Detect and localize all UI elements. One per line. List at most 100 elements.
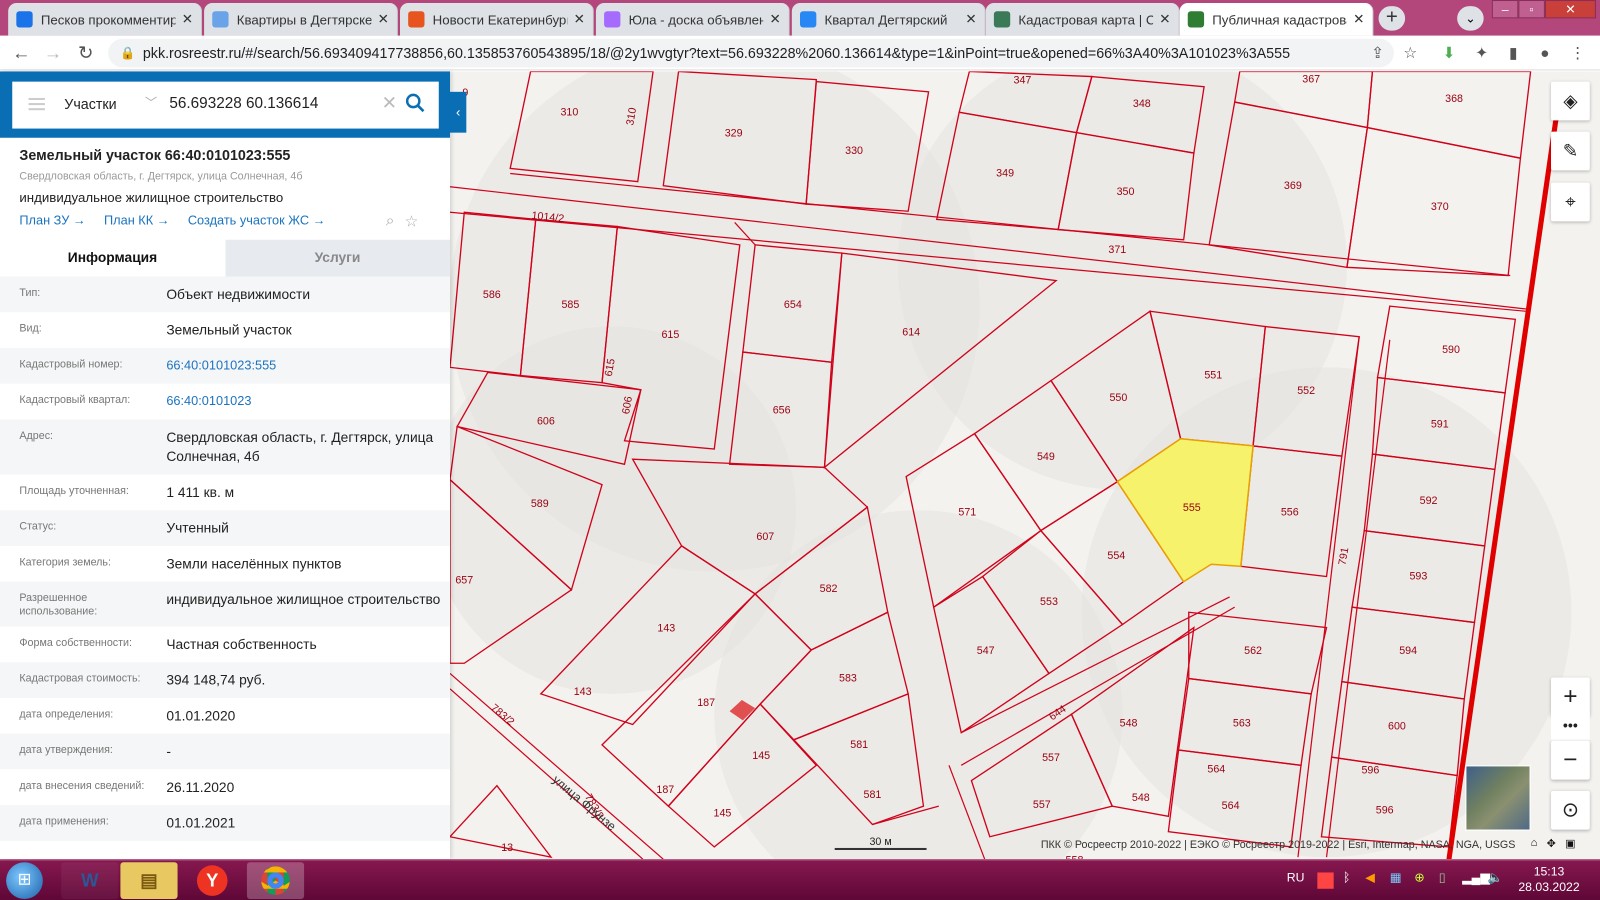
tab-search-button[interactable]: ⌄ bbox=[1457, 6, 1484, 31]
tab-services[interactable]: Услуги bbox=[224, 239, 450, 277]
browser-tab[interactable]: Песков прокомментиро ✕ bbox=[8, 3, 203, 36]
language-indicator[interactable]: RU bbox=[1287, 870, 1305, 884]
parcel-label: 585 bbox=[561, 299, 579, 311]
fullscreen-icon[interactable]: ▣ bbox=[1565, 837, 1576, 850]
locate-button[interactable]: ⌖ bbox=[1551, 182, 1590, 222]
info-row: Адрес: Свердловская область, г. Дегтярск,… bbox=[0, 419, 450, 475]
tray-app-icon[interactable] bbox=[1317, 872, 1334, 889]
time: 15:13 bbox=[1533, 864, 1565, 879]
clear-icon[interactable]: ✕ bbox=[382, 93, 397, 114]
parcel-label: 654 bbox=[784, 299, 802, 311]
compass-button[interactable]: ⊙ bbox=[1551, 790, 1590, 830]
info-key: дата внесения сведений: bbox=[19, 779, 145, 792]
close-tab-icon[interactable]: ✕ bbox=[769, 11, 780, 27]
volume-icon[interactable]: 🔈 bbox=[1488, 870, 1503, 884]
close-tab-icon[interactable]: ✕ bbox=[1159, 11, 1170, 27]
tab-favicon-icon bbox=[212, 11, 229, 28]
menu-icon[interactable] bbox=[28, 97, 45, 111]
tab-favicon-icon bbox=[604, 11, 621, 28]
collapse-panel-button[interactable]: ‹ bbox=[449, 91, 467, 133]
close-tab-icon[interactable]: ✕ bbox=[182, 11, 193, 27]
search-type-select[interactable]: Участки bbox=[64, 96, 116, 112]
menu-icon[interactable]: ⋮ bbox=[1567, 44, 1587, 64]
tab-title: Кадастровая карта | Сер bbox=[1018, 11, 1153, 28]
bluetooth-icon[interactable]: ᛒ bbox=[1343, 870, 1350, 884]
parcel-label: 349 bbox=[996, 168, 1014, 180]
close-tab-icon[interactable]: ✕ bbox=[574, 11, 585, 27]
info-value: 394 148,74 руб. bbox=[166, 672, 266, 688]
close-tab-icon[interactable]: ✕ bbox=[1353, 11, 1364, 27]
parcel-label: 590 bbox=[1442, 344, 1460, 356]
browser-tab[interactable]: Кадастровая карта | Сер ✕ bbox=[985, 3, 1180, 36]
profile-icon[interactable]: ● bbox=[1535, 44, 1555, 64]
word-app-icon[interactable]: W bbox=[61, 862, 119, 899]
start-button[interactable]: ⊞ bbox=[6, 862, 43, 899]
parcel-label: 557 bbox=[1042, 752, 1060, 764]
zoom-out-button[interactable]: − bbox=[1551, 740, 1590, 780]
create-parcel-link[interactable]: Создать участок ЖС → bbox=[188, 213, 326, 227]
info-key: Кадастровый номер: bbox=[19, 358, 123, 371]
reload-icon[interactable]: ↻ bbox=[73, 41, 97, 65]
tray-plus-icon[interactable]: ⊕ bbox=[1414, 870, 1424, 884]
info-row: дата применения: 01.01.2021 bbox=[0, 805, 450, 841]
extensions-icon[interactable]: ✦ bbox=[1471, 44, 1491, 64]
browser-tab[interactable]: Квартиры в Дегтярске ✕ bbox=[204, 3, 398, 36]
parcel-label: 615 bbox=[661, 329, 679, 341]
close-tab-icon[interactable]: ✕ bbox=[965, 11, 976, 27]
browser-tab[interactable]: Квартал Дегтярский ✕ bbox=[791, 3, 986, 36]
tray-translate-icon[interactable]: ▦ bbox=[1390, 870, 1402, 884]
clock[interactable]: 15:13 28.03.2022 bbox=[1518, 864, 1579, 895]
forward-icon[interactable]: → bbox=[41, 41, 65, 65]
parcel-label: 556 bbox=[1281, 506, 1299, 518]
maximize-button[interactable]: ▫ bbox=[1518, 0, 1545, 19]
search-header: Участки ﹀ 56.693228 60.136614 ✕ bbox=[0, 71, 450, 138]
parcel-label: 329 bbox=[725, 128, 743, 140]
plan-zu-link[interactable]: План ЗУ → bbox=[19, 213, 85, 227]
favorite-star-icon[interactable]: ☆ bbox=[404, 212, 418, 230]
info-value: 01.01.2020 bbox=[166, 708, 236, 724]
close-window-button[interactable]: ✕ bbox=[1544, 0, 1596, 19]
zoom-to-object-icon[interactable]: ⌕ bbox=[386, 212, 395, 230]
download-icon[interactable]: ⬇ bbox=[1439, 44, 1459, 64]
search-icon[interactable] bbox=[404, 92, 426, 114]
network-signal-icon[interactable]: ▂▄▆ bbox=[1462, 870, 1490, 884]
info-key: Адрес: bbox=[19, 429, 54, 442]
share-icon[interactable]: ⇪ bbox=[1367, 44, 1387, 64]
crosshair-icon[interactable]: ✥ bbox=[1547, 837, 1556, 850]
layers-button[interactable]: ◈ bbox=[1551, 81, 1590, 121]
info-value[interactable]: 66:40:0101023 bbox=[166, 392, 450, 411]
more-zoom-icon[interactable]: ••• bbox=[1551, 710, 1590, 741]
search-input[interactable]: 56.693228 60.136614 bbox=[169, 95, 318, 112]
new-tab-button[interactable]: + bbox=[1378, 6, 1406, 31]
parcel-label: 350 bbox=[1117, 186, 1135, 198]
ruler-button[interactable]: ✎ bbox=[1551, 131, 1590, 171]
minimize-button[interactable]: – bbox=[1491, 0, 1519, 19]
info-value[interactable]: 66:40:0101023:555 bbox=[166, 356, 450, 375]
browser-tab[interactable]: Юла - доска объявлени ✕ bbox=[595, 3, 790, 36]
browser-tab[interactable]: Публичная кадастрова ✕ bbox=[1179, 3, 1374, 36]
back-icon[interactable]: ← bbox=[9, 41, 33, 65]
explorer-app-icon[interactable]: ▤ bbox=[120, 862, 178, 899]
url-input[interactable]: 🔒 pkk.rosreestr.ru/#/search/56.6934094177… bbox=[108, 38, 1394, 68]
tab-info[interactable]: Информация bbox=[0, 239, 225, 277]
usb-icon[interactable]: ▯ bbox=[1439, 870, 1446, 884]
side-panel-icon[interactable]: ▮ bbox=[1503, 44, 1523, 64]
info-row: дата определения: 01.01.2020 bbox=[0, 698, 450, 734]
info-value: Объект недвижимости bbox=[166, 286, 311, 303]
plan-kk-link[interactable]: План КК → bbox=[104, 213, 169, 227]
yandex-app-icon[interactable]: Y bbox=[184, 862, 241, 899]
home-icon[interactable]: ⌂ bbox=[1531, 837, 1538, 850]
chrome-app-icon[interactable] bbox=[246, 862, 305, 899]
parcel-label: 310 bbox=[560, 106, 578, 118]
browser-tab[interactable]: Новости Екатеринбурга ✕ bbox=[399, 3, 594, 36]
close-tab-icon[interactable]: ✕ bbox=[378, 11, 389, 27]
parcel-label: 582 bbox=[820, 583, 838, 595]
tab-favicon-icon bbox=[1187, 11, 1205, 28]
chevron-down-icon[interactable]: ﹀ bbox=[145, 94, 157, 111]
info-key: Кадастровая стоимость: bbox=[19, 672, 141, 685]
parcel-label: 370 bbox=[1431, 201, 1449, 213]
parcel-label: 607 bbox=[756, 531, 774, 543]
bookmark-star-icon[interactable]: ☆ bbox=[1400, 44, 1420, 64]
speaker-app-icon[interactable]: ◀ bbox=[1365, 870, 1374, 884]
satellite-basemap-thumbnail[interactable] bbox=[1465, 765, 1531, 831]
